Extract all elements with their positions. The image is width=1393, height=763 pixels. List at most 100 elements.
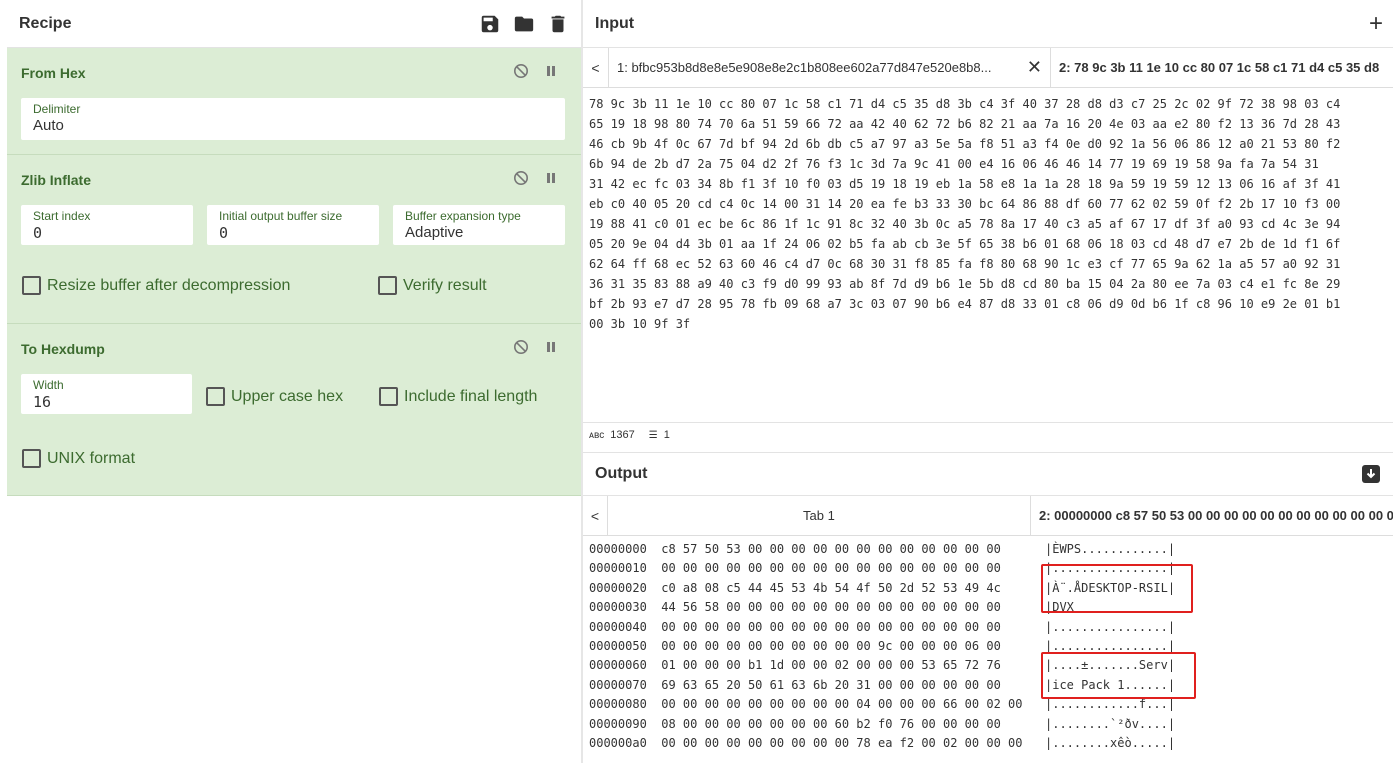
hexdump-line: 000000a0 00 00 00 00 00 00 00 00 00 78 e… [589,736,1023,751]
checkbox-label: Resize buffer after decompression [47,276,291,294]
abc-icon: ᴀʙᴄ [589,429,605,441]
checkbox-label: Include final length [404,387,538,405]
checkbox-label: Upper case hex [231,387,344,405]
disable-icon[interactable] [513,63,529,79]
lines-icon: ☰ [648,429,658,441]
hexdump-line: 00000070 69 63 65 20 50 61 63 6b 20 31 0… [589,677,1001,692]
save-icon[interactable] [479,13,501,35]
output-tab-2[interactable]: 2: 00000000 c8 57 50 53 00 00 00 00 00 0… [1031,496,1393,536]
ascii-line: |ÈWPS............| [1045,542,1176,556]
input-line: 78 9c 3b 11 1e 10 cc 80 07 1c 58 c1 71 d… [589,97,1341,111]
length-value: 1367 [610,428,635,441]
checkbox-icon[interactable] [22,449,41,468]
input-line: 6b 94 de 2b d7 2a 75 04 d2 2f 76 f3 1c 3… [589,157,1319,171]
checkbox-icon[interactable] [206,387,225,406]
field-label: Start index [33,209,91,223]
hexdump-line: 00000010 00 00 00 00 00 00 00 00 00 00 0… [589,561,1001,576]
field-label: Delimiter [33,102,81,116]
operation-zlib-inflate: Zlib Inflate Start index 0 Initial outpu… [7,155,581,324]
input-pane: Input + < 1: bfbc953b8d8e8e5e908e8e2c1b8… [583,0,1393,446]
field-value[interactable]: 0 [219,223,367,243]
input-line: eb c0 40 05 20 cd c4 0c 14 00 31 14 20 e… [589,197,1341,211]
hexdump-line: 00000020 c0 a8 08 c5 44 45 53 4b 54 4f 5… [589,580,1001,595]
recipe-pane: Recipe From Hex Delimiter Auto Zlib Infl… [7,0,581,763]
checkbox-icon[interactable] [378,276,397,295]
tab-label: 2: 78 9c 3b 11 1e 10 cc 80 07 1c 58 c1 7… [1059,60,1380,75]
hexdump-line: 00000000 c8 57 50 53 00 00 00 00 00 00 0… [589,542,1001,556]
input-tab-2[interactable]: 2: 78 9c 3b 11 1e 10 cc 80 07 1c 58 c1 7… [1051,48,1387,88]
operation-title: From Hex [21,65,86,81]
initial-buffer-size-field[interactable]: Initial output buffer size 0 [207,205,379,245]
folder-icon[interactable] [513,13,535,35]
add-tab-icon[interactable]: + [1369,10,1383,38]
input-textarea[interactable]: 78 9c 3b 11 1e 10 cc 80 07 1c 58 c1 71 d… [589,94,1340,334]
field-value[interactable]: 0 [33,223,181,243]
field-value[interactable]: 16 [33,392,180,412]
output-header: Output [583,452,1393,496]
field-label: Initial output buffer size [219,209,343,223]
checkbox-label: UNIX format [47,449,136,467]
delimiter-field[interactable]: Delimiter Auto [21,98,565,140]
width-field[interactable]: Width 16 [21,374,192,414]
input-line: 31 42 ec fc 03 34 8b f1 3f 10 f0 03 d5 1… [589,177,1341,191]
checkbox-icon[interactable] [379,387,398,406]
trash-icon[interactable] [547,13,569,35]
hexdump-line: 00000090 08 00 00 00 00 00 00 00 60 b2 f… [589,716,1001,731]
disable-icon[interactable] [513,170,529,186]
input-line: 00 3b 10 9f 3f [589,317,691,331]
ascii-line: |........`²ðv....| [1045,716,1176,731]
checkbox-label: Verify result [403,276,487,294]
recipe-title: Recipe [19,14,72,32]
highlight-box-hostname [1041,564,1193,613]
close-tab-icon[interactable]: ✕ [1027,57,1042,78]
upper-case-hex-checkbox[interactable]: Upper case hex [206,387,343,406]
input-line: 65 19 18 98 80 74 70 6a 51 59 66 72 aa 4… [589,117,1341,131]
operation-title: To Hexdump [21,341,105,357]
operation-from-hex: From Hex Delimiter Auto [7,48,581,155]
output-hexdump[interactable]: 00000000 c8 57 50 53 00 00 00 00 00 00 0… [589,540,1022,753]
input-line: 05 20 9e 04 d4 3b 01 aa 1f 24 06 02 b5 f… [589,237,1341,251]
input-header: Input + [583,0,1393,48]
input-line: 19 88 41 c0 01 ec be 6c 86 1f 1c 91 8c 3… [589,217,1341,231]
field-value[interactable]: Auto [33,116,553,136]
tab-label: 2: 00000000 c8 57 50 53 00 00 00 00 00 0… [1038,508,1393,523]
length-status: ᴀʙᴄ 1367 [589,429,635,441]
recipe-header: Recipe [7,0,581,48]
hexdump-line: 00000030 44 56 58 00 00 00 00 00 00 00 0… [589,600,1001,615]
tab-label: 1: bfbc953b8d8e8e5e908e8e2c1b808ee602a77… [617,60,992,75]
tab-scroll-left-icon[interactable]: < [583,47,609,88]
pause-icon[interactable] [543,339,559,355]
input-line: 46 cb 9b 4f 0c 67 7d bf 94 2d 6b db c5 a… [589,137,1341,151]
pause-icon[interactable] [543,170,559,186]
output-tab-1[interactable]: Tab 1 [608,495,1031,536]
lines-status: ☰ 1 [649,429,670,441]
ascii-line: |........xêò.....| [1045,736,1176,751]
hexdump-line: 00000050 00 00 00 00 00 00 00 00 00 00 9… [589,639,1001,654]
hexdump-line: 00000080 00 00 00 00 00 00 00 00 00 04 0… [589,697,1023,712]
unix-format-checkbox[interactable]: UNIX format [22,449,135,468]
save-output-icon[interactable] [1361,464,1381,484]
hexdump-line: 00000060 01 00 00 00 b1 1d 00 00 02 00 0… [589,658,1001,673]
field-value[interactable]: Adaptive [405,223,553,243]
input-line: 62 64 ff 68 ec 52 63 60 46 c4 d7 0c 68 3… [589,257,1341,271]
lines-value: 1 [663,428,670,441]
start-index-field[interactable]: Start index 0 [21,205,193,245]
disable-icon[interactable] [513,339,529,355]
tab-scroll-left-icon[interactable]: < [583,495,608,536]
resize-buffer-checkbox[interactable]: Resize buffer after decompression [22,276,290,295]
field-label: Buffer expansion type [405,209,521,223]
include-final-length-checkbox[interactable]: Include final length [379,387,537,406]
pause-icon[interactable] [543,63,559,79]
checkbox-icon[interactable] [22,276,41,295]
highlight-box-service-pack [1041,652,1196,699]
verify-result-checkbox[interactable]: Verify result [378,276,487,295]
buffer-expansion-type-select[interactable]: Buffer expansion type Adaptive [393,205,565,245]
operation-title: Zlib Inflate [21,172,91,188]
tab-label: Tab 1 [803,508,835,523]
input-line: 36 31 35 83 88 a9 40 c3 f9 d0 99 93 ab 8… [589,277,1341,291]
input-title: Input [595,14,635,32]
field-label: Width [33,378,64,392]
output-title: Output [595,465,648,482]
input-tabs: < 1: bfbc953b8d8e8e5e908e8e2c1b808ee602a… [583,47,1393,88]
input-tab-1[interactable]: 1: bfbc953b8d8e8e5e908e8e2c1b808ee602a77… [609,47,1051,88]
